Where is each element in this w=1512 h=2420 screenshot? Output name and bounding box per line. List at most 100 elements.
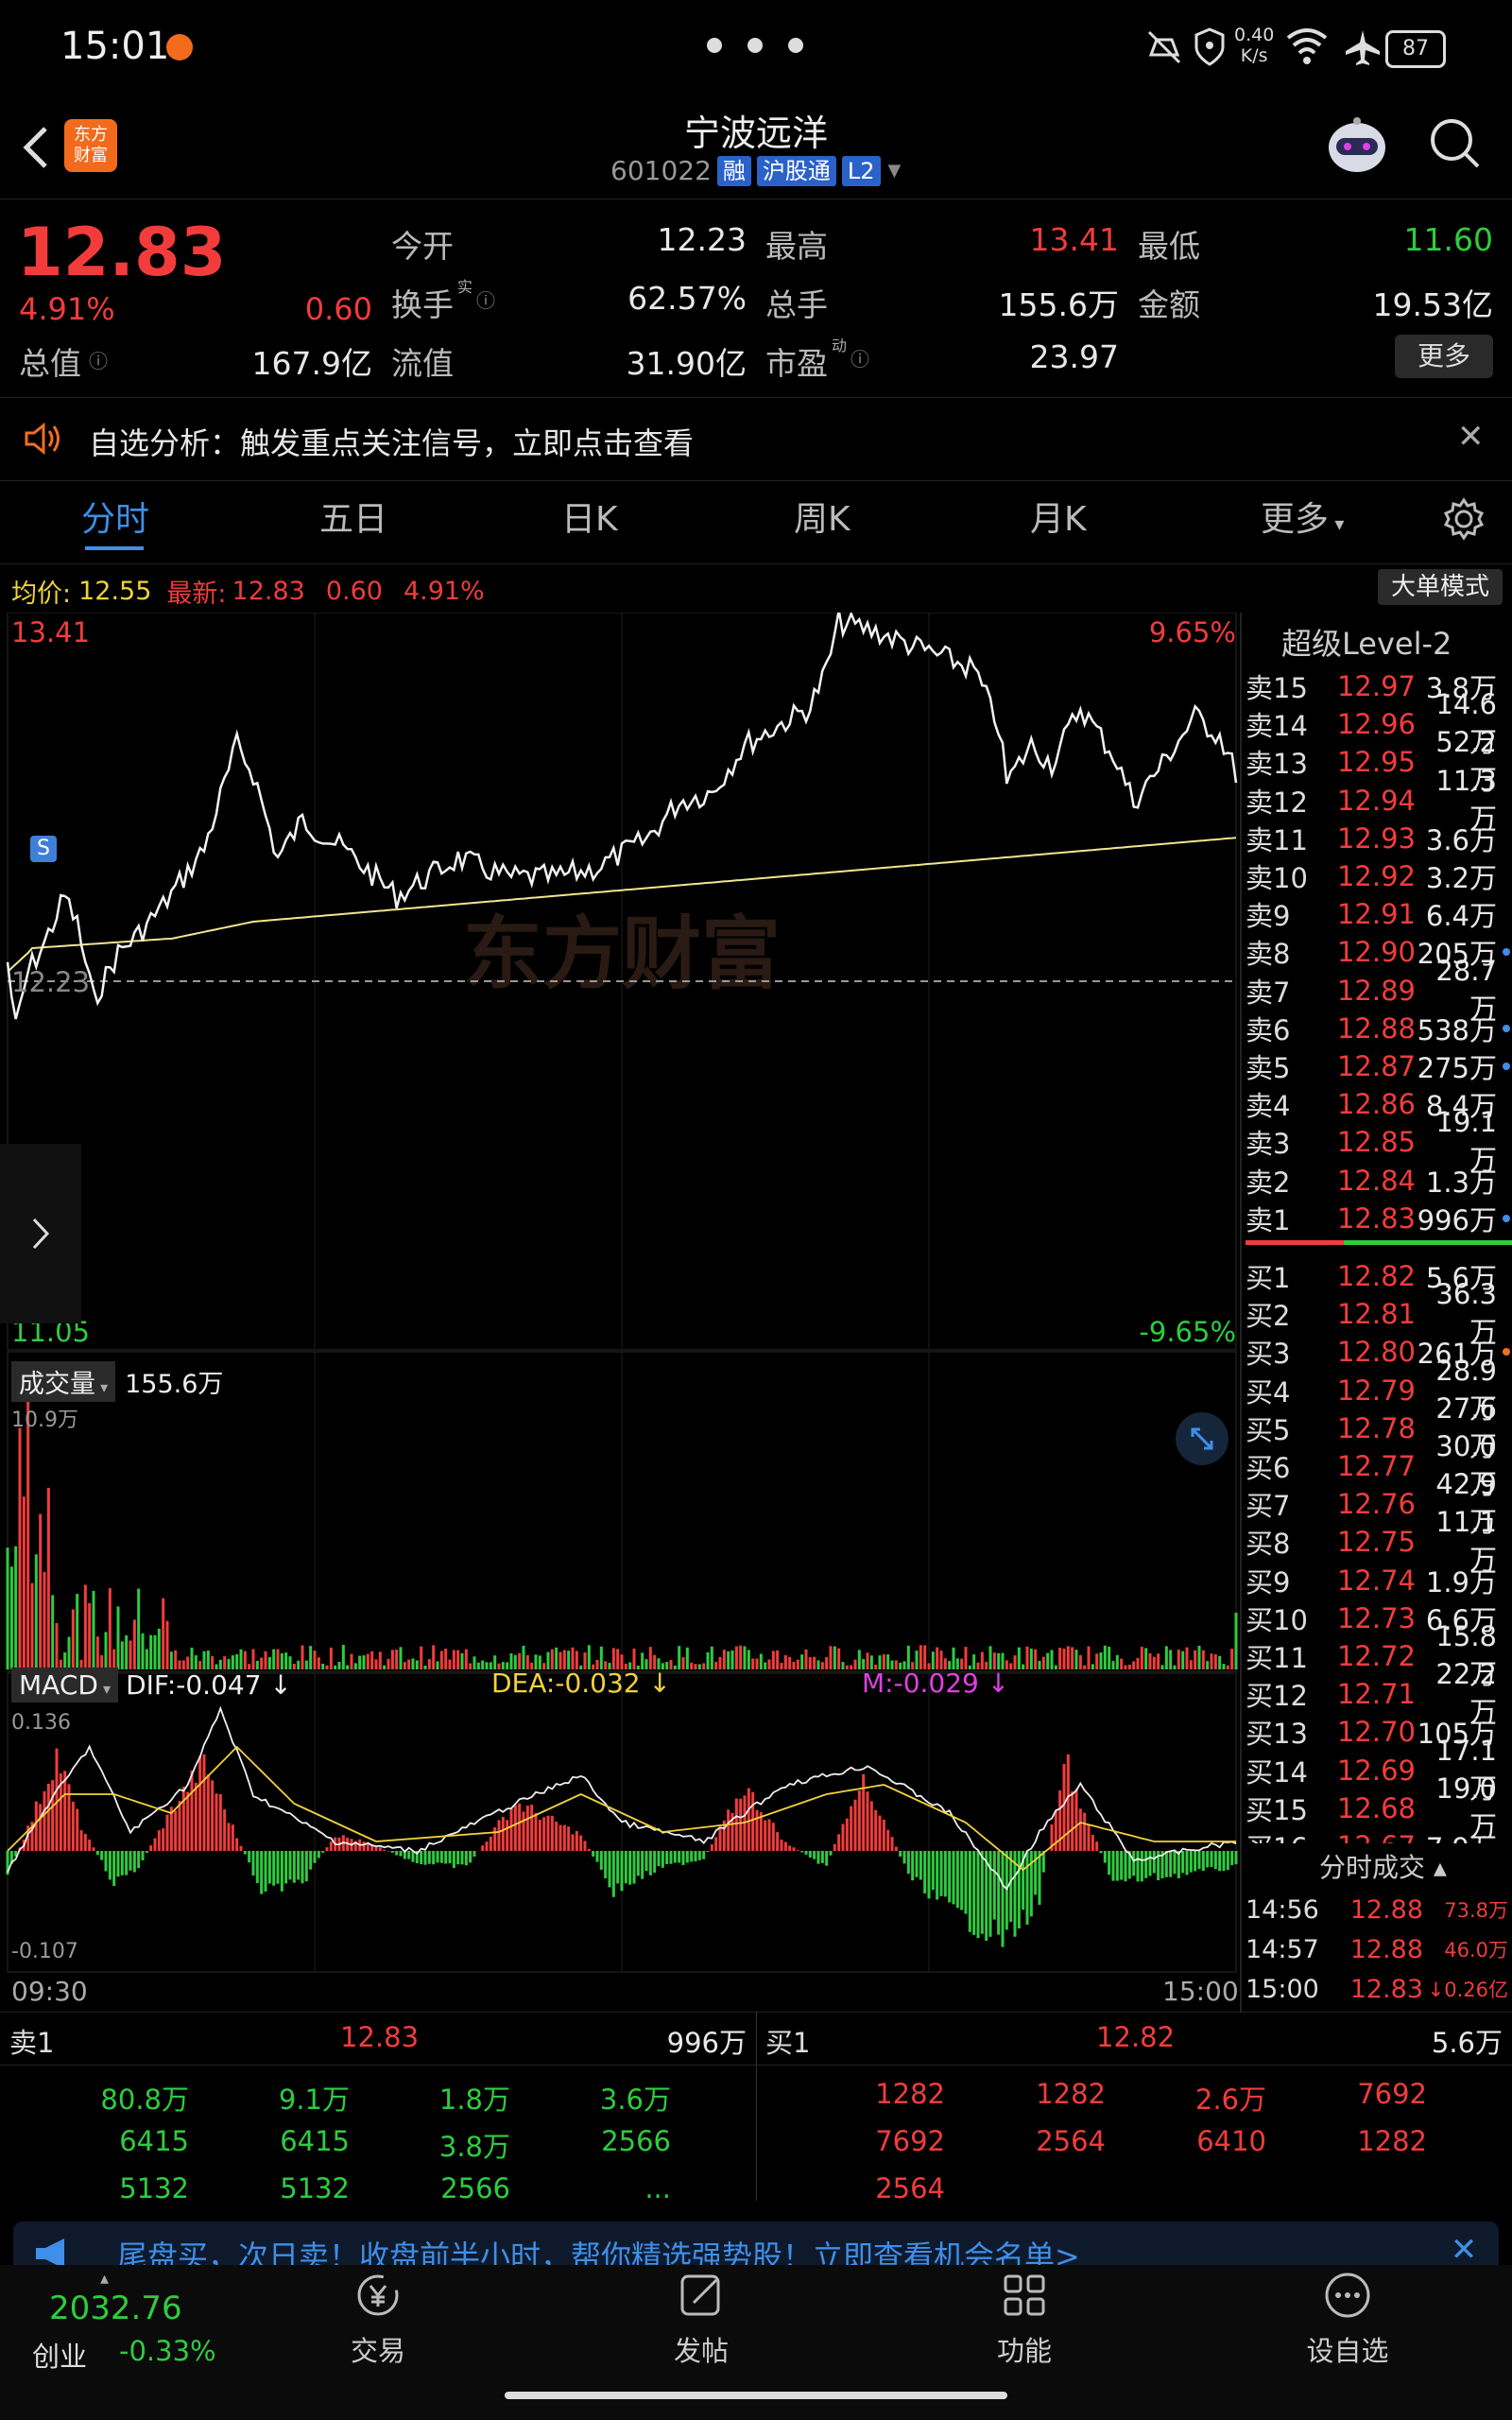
- order-book-row[interactable]: 卖7 12.89 28.7万: [1246, 955, 1512, 1025]
- order-book-row[interactable]: 卖11 12.93 3.6万: [1246, 820, 1512, 857]
- big-order-dot: [1503, 1272, 1510, 1280]
- volume-bar: [1230, 1649, 1234, 1669]
- info-icon[interactable]: ⓘ: [476, 285, 495, 313]
- order-book-row[interactable]: 买15 12.68 19.0万: [1246, 1772, 1512, 1842]
- queue-ask-cell: ...: [644, 2172, 671, 2204]
- macd-bar: [1115, 1851, 1119, 1881]
- index-ticker[interactable]: ▴ 2032.76 创业 -0.33%: [0, 2269, 321, 2392]
- macd-bar: [251, 1851, 255, 1876]
- level-label: 卖4: [1246, 1090, 1291, 1123]
- macd-bar: [894, 1846, 898, 1851]
- macd-bar: [63, 1771, 67, 1851]
- level-label: 卖1: [1246, 1203, 1291, 1236]
- macd-bar: [1132, 1851, 1136, 1876]
- more-button[interactable]: 更多: [1395, 335, 1493, 378]
- level-price: 12.86: [1336, 1088, 1416, 1121]
- nav-functions[interactable]: 功能: [930, 2269, 1119, 2369]
- volume-bar: [132, 1619, 136, 1669]
- search-icon[interactable]: [1427, 115, 1484, 176]
- info-icon[interactable]: ⓘ: [89, 346, 108, 373]
- macd-bar: [178, 1801, 181, 1851]
- volume-bar: [1189, 1660, 1193, 1669]
- tab-monthly[interactable]: 月K: [1030, 492, 1087, 541]
- order-book-row[interactable]: 卖3 12.85 19.1万: [1246, 1106, 1512, 1176]
- order-book-row[interactable]: 买8 12.75 11.1万: [1246, 1506, 1512, 1576]
- tab-daily[interactable]: 日K: [561, 492, 618, 541]
- volume-bar: [407, 1659, 411, 1669]
- tab-indicator: [85, 546, 144, 550]
- tick-time: 15:00: [1246, 1974, 1319, 2004]
- order-book-row[interactable]: 卖6 12.88 538万: [1246, 1010, 1512, 1047]
- order-book-row[interactable]: 买2 12.81 36.3万: [1246, 1278, 1512, 1348]
- order-book-row[interactable]: 卖10 12.92 3.2万: [1246, 857, 1512, 895]
- level-label: 卖15: [1246, 672, 1308, 704]
- macd-bar: [198, 1755, 202, 1851]
- volume-bar: [190, 1647, 194, 1669]
- macd-bar: [820, 1851, 824, 1863]
- tab-intraday[interactable]: 分时: [81, 492, 149, 541]
- macd-bar: [972, 1851, 976, 1935]
- turnover-value: 62.57%: [627, 280, 747, 317]
- macd-bar: [153, 1838, 157, 1851]
- macd-bar: [395, 1851, 399, 1856]
- macd-bar: [841, 1824, 845, 1851]
- volume-bar: [399, 1647, 403, 1669]
- order-book-row[interactable]: 卖1 12.83 996万: [1246, 1200, 1512, 1237]
- macd-bar: [452, 1851, 455, 1869]
- macd-bar: [1222, 1851, 1226, 1872]
- back-button[interactable]: [17, 121, 55, 178]
- bid-ask-ratio-bar: [1246, 1240, 1512, 1245]
- notice-bar[interactable]: 自选分析：触发重点关注信号，立即点击查看 ✕: [0, 406, 1512, 473]
- macd-bar: [890, 1837, 894, 1851]
- volume-bar: [432, 1645, 436, 1669]
- tab-more[interactable]: 更多 ▾: [1261, 492, 1344, 541]
- macd-bar: [329, 1841, 333, 1851]
- macd-bar: [648, 1851, 652, 1876]
- info-icon[interactable]: ⓘ: [850, 344, 869, 372]
- order-book-row[interactable]: 卖9 12.91 6.4万: [1246, 895, 1512, 933]
- macd-bar: [636, 1851, 640, 1876]
- order-book-row[interactable]: 卖12 12.94 11.3万: [1246, 765, 1512, 835]
- fullscreen-icon[interactable]: [1176, 1412, 1228, 1465]
- app-logo[interactable]: 东方 财富: [64, 119, 117, 172]
- volume-bar: [923, 1645, 927, 1669]
- queue-ask-cell: 2566: [601, 2125, 671, 2157]
- macd-bar: [1226, 1851, 1229, 1871]
- volume-selector[interactable]: 成交量 ▾: [11, 1361, 116, 1402]
- macd-bar: [243, 1851, 247, 1855]
- big-order-mode-button[interactable]: 大单模式: [1378, 569, 1503, 605]
- nav-trade[interactable]: 交易: [284, 2269, 472, 2369]
- nav-post[interactable]: 发帖: [607, 2269, 796, 2369]
- robot-assistant-icon[interactable]: [1323, 112, 1391, 183]
- tab-five-day[interactable]: 五日: [319, 492, 387, 541]
- order-book-row[interactable]: 卖2 12.84 1.3万: [1246, 1162, 1512, 1200]
- macd-selector[interactable]: MACD ▾: [11, 1668, 119, 1703]
- stock-header: 东方 财富 宁波远洋 601022 融 沪股通 L2 ▼: [0, 95, 1512, 199]
- order-book-row[interactable]: 买9 12.74 1.9万: [1246, 1562, 1512, 1599]
- macd-bar: [1071, 1790, 1074, 1851]
- grid-icon: [1004, 2274, 1045, 2316]
- volume-bar: [423, 1665, 427, 1669]
- macd-bar: [432, 1851, 436, 1865]
- order-book-row[interactable]: 卖5 12.87 275万: [1246, 1047, 1512, 1085]
- volume-bar: [1197, 1645, 1201, 1669]
- nav-add-watchlist[interactable]: 设自选: [1253, 2269, 1442, 2369]
- big-order-dot: [1503, 1063, 1510, 1070]
- stock-code-row[interactable]: 601022 融 沪股通 L2 ▼: [610, 155, 901, 186]
- big-order-dot: [1503, 797, 1510, 804]
- settings-gear-icon[interactable]: [1442, 497, 1486, 544]
- order-book-divider: [1240, 613, 1242, 2012]
- volume-bar: [415, 1660, 419, 1669]
- expand-panel-button[interactable]: [0, 1144, 81, 1323]
- ticks-panel[interactable]: 分时成交 ▴ 14:56 12.88 73.8万 14:57 12.88 46.0万 15:…: [1242, 1843, 1512, 2010]
- tab-weekly[interactable]: 周K: [794, 492, 850, 541]
- volume-bar: [9, 1566, 13, 1669]
- sell-signal-marker[interactable]: S: [30, 836, 57, 862]
- chart-info-row: 均价: 12.55 最新: 12.83 0.60 4.91%: [11, 573, 485, 610]
- order-book-row[interactable]: 买12 12.71 22.2万: [1246, 1658, 1512, 1728]
- close-icon[interactable]: ✕: [1457, 418, 1485, 456]
- volume-bar: [632, 1649, 636, 1669]
- volume-bar: [1054, 1665, 1057, 1669]
- volume-bar: [759, 1653, 763, 1669]
- macd-bar: [579, 1835, 583, 1851]
